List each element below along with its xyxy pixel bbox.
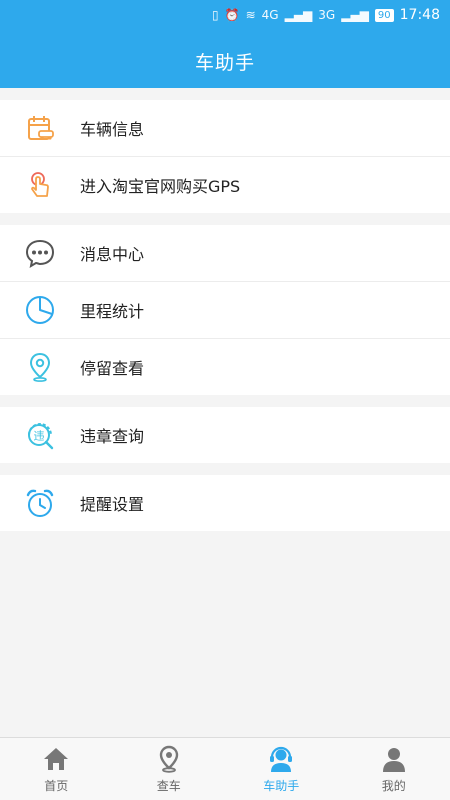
alarm-clock-icon (22, 485, 58, 521)
wifi-icon: ≋ (245, 8, 256, 22)
menu-group: 车辆信息 进入淘宝官网购买GPS (0, 100, 450, 213)
tab-find-car[interactable]: 查车 (113, 738, 226, 800)
tab-home[interactable]: 首页 (0, 738, 113, 800)
map-pin-icon (159, 745, 178, 773)
menu-item-message-center[interactable]: 消息中心 (0, 225, 450, 282)
battery-indicator: 90 (374, 8, 394, 22)
menu-item-label: 违章查询 (80, 427, 145, 446)
alarm-status-icon: ⏰ (224, 8, 240, 22)
bottom-tab-bar: 首页 查车 车助手 我的 (0, 737, 450, 800)
tab-label: 车助手 (263, 779, 300, 793)
violation-glyph: 违 (34, 430, 45, 443)
menu-item-label: 消息中心 (80, 245, 145, 264)
tab-mine[interactable]: 我的 (338, 738, 450, 800)
menu-item-buy-gps[interactable]: 进入淘宝官网购买GPS (0, 157, 450, 213)
menu-item-mileage-stats[interactable]: 里程统计 (0, 282, 450, 339)
calendar-car-icon (22, 110, 58, 146)
violation-search-icon: 违 (22, 417, 58, 453)
menu-item-label: 提醒设置 (80, 495, 145, 514)
location-pin-icon (22, 349, 58, 385)
tab-label: 查车 (156, 779, 181, 793)
status-time: 17:48 (399, 7, 440, 23)
tab-label: 我的 (381, 779, 406, 793)
signal-3g-label: 3G (318, 8, 336, 22)
menu-group: 违 违章查询 (0, 407, 450, 463)
menu-item-stay-view[interactable]: 停留查看 (0, 339, 450, 395)
menu-item-reminder-settings[interactable]: 提醒设置 (0, 475, 450, 531)
signal-4g-label: 4G (261, 8, 279, 22)
menu-item-label: 车辆信息 (80, 120, 145, 139)
tab-car-assistant[interactable]: 车助手 (225, 738, 338, 800)
signal-bars-icon: ▂▄▆ (284, 8, 313, 22)
signal-bars-icon: ▂▄▆ (341, 8, 369, 22)
tap-hand-icon (22, 167, 58, 203)
tab-label: 首页 (44, 779, 69, 793)
menu-item-violation-query[interactable]: 违 违章查询 (0, 407, 450, 463)
menu-item-vehicle-info[interactable]: 车辆信息 (0, 100, 450, 157)
chat-bubble-icon (22, 235, 58, 271)
home-icon (44, 748, 69, 770)
page-title: 车助手 (194, 52, 255, 74)
menu-item-label: 里程统计 (80, 302, 145, 321)
user-icon (382, 748, 405, 772)
headset-assistant-icon (270, 746, 293, 772)
menu-list: 车辆信息 进入淘宝官网购买GPS 消息中心 里程统计 停留查看 违 违章查询 提… (0, 100, 450, 543)
menu-group: 消息中心 里程统计 停留查看 (0, 225, 450, 395)
menu-item-label: 进入淘宝官网购买GPS (80, 177, 241, 196)
app-header: ▯ ⏰ ≋ 4G ▂▄▆ 3G ▂▄▆ 90 17:48 车助手 (0, 0, 450, 88)
menu-group: 提醒设置 (0, 475, 450, 531)
status-bar: ▯ ⏰ ≋ 4G ▂▄▆ 3G ▂▄▆ 90 17:48 (0, 0, 450, 30)
pie-chart-icon (22, 292, 58, 328)
menu-item-label: 停留查看 (80, 359, 145, 378)
vibrate-icon: ▯ (212, 8, 219, 22)
